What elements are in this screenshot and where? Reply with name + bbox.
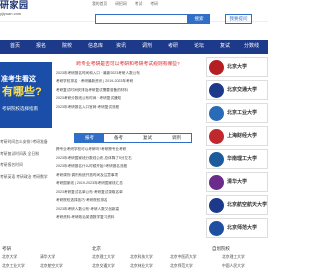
bottom-heading: 自划院校 <box>212 246 230 251</box>
nav-item[interactable]: 考研 <box>168 43 178 49</box>
seal-icon <box>209 175 224 190</box>
school-logo[interactable]: 北京交通大学 <box>206 80 268 100</box>
tab-tiaoji[interactable]: 调剂 <box>162 134 191 142</box>
nav-item[interactable]: 信息库 <box>88 43 103 49</box>
school-logo[interactable]: 华南理工大学 <box>206 149 268 169</box>
news-item[interactable]: 考研国家线 | 2019-2023年考研国家线汇总 <box>56 181 200 190</box>
seal-icon <box>209 83 224 98</box>
top-bar: 研家园 yjiyuan.com 我的首页 研招网 考试 考研 搜索 我要提问 <box>0 0 268 24</box>
top-link[interactable]: 我的首页 <box>92 2 107 6</box>
bottom-link[interactable]: 北京理工大学 <box>222 255 245 260</box>
bottom-link[interactable]: 北京航空大学 <box>40 264 63 269</box>
bottom-link[interactable]: 北京科技大学 <box>130 255 153 260</box>
seal-icon <box>209 106 224 121</box>
tab-beikao[interactable]: 备考 <box>104 134 133 142</box>
nav-item[interactable]: 分数线 <box>244 43 259 49</box>
news-item[interactable]: 2023年考研报名什么时候开始?考研报名流程 <box>56 164 200 173</box>
search-input[interactable] <box>95 14 188 24</box>
news-item[interactable]: 考研调剂:调剂系统开放时间及注意事项 <box>56 173 200 182</box>
top-link[interactable]: 考研 <box>150 2 158 6</box>
main-nav: 首页 报名 院校 信息库 资讯 调剂 考研 论坛 复试 分数线 <box>0 40 268 54</box>
news-item[interactable]: 考研学校排名 · 考研最新资讯 | 2019-2023年考研 <box>56 79 200 88</box>
left-link[interactable]: 考研时间怎么安排?考研准备 <box>0 140 55 145</box>
news-item[interactable]: 跨专业考研学校可以考研吗?考研跨专业考研 <box>56 147 200 156</box>
top-links: 我的首页 研招网 考试 考研 <box>92 2 165 7</box>
bottom-link[interactable]: 北京工业大学 <box>2 264 25 269</box>
tab-fushi[interactable]: 复试 <box>133 134 162 142</box>
news-item[interactable]: 考研院校选择技巧·考研院校排名 <box>56 198 200 207</box>
tab-news-list: 跨专业考研学校可以考研吗?考研跨专业考研 2023年考研国家线分数线公布,总体降… <box>56 147 200 224</box>
bottom-heading: 考研 <box>2 246 11 251</box>
top-link[interactable]: 研招网 <box>115 2 126 6</box>
school-logo[interactable]: 北京师范大学 <box>206 218 268 238</box>
bottom-link[interactable]: 中国人民大学 <box>222 264 245 269</box>
news-item[interactable]: 2023年考研人数公布·考研人数又创新高 <box>56 207 200 216</box>
bottom-heading: 北京 <box>92 246 101 251</box>
nav-item[interactable]: 论坛 <box>194 43 204 49</box>
search-button[interactable]: 搜索 <box>188 14 210 24</box>
seal-icon <box>209 221 224 236</box>
left-link-list: 考研时间怎么安排?考研准备 考研复试时间表 全日制 考研报名时间 考研英语 考研… <box>0 140 55 186</box>
news-item[interactable]: 2023年考研国家线分数线公布,总体降了5分左右 <box>56 156 200 165</box>
site-logo[interactable]: 研家园 <box>0 0 29 11</box>
nav-item[interactable]: 复试 <box>220 43 230 49</box>
banner-line-2: 有哪些? <box>2 86 42 98</box>
news-headline[interactable]: 跨专业考研是否可以考研和考研考试规则有哪些? <box>56 62 200 68</box>
banner-line-1: 准考生看这 <box>1 76 36 83</box>
category-tabs: 报考 备考 复试 调剂 <box>74 133 192 143</box>
school-logo[interactable]: 北京工业大学 <box>206 103 268 123</box>
bottom-link[interactable]: 北京林业大学 <box>130 264 153 269</box>
promo-banner[interactable]: 准考生看这 有哪些? 考研院校选择指南 <box>0 62 52 128</box>
seal-icon <box>209 60 224 75</box>
bottom-link[interactable]: 北京理工大学 <box>92 255 115 260</box>
news-list: 跨专业考研是否可以考研和考研考试规则有哪些? 2023年考研报名时间和入口 · … <box>56 62 200 113</box>
school-logo[interactable]: 清华大学 <box>206 172 268 192</box>
bottom-link[interactable]: 清华大学 <box>40 255 55 260</box>
nav-item[interactable]: 首页 <box>10 43 20 49</box>
school-logo[interactable]: 北京航空航天大学 <box>206 195 268 215</box>
school-logo[interactable]: 上海财经大学 <box>206 126 268 146</box>
news-item[interactable]: 2023年考研报名时间和入口 · 最新2023考研人数公布 <box>56 71 200 80</box>
seal-icon <box>209 198 224 213</box>
banner-line-3: 考研院校选择指南 <box>2 106 38 111</box>
nav-item[interactable]: 资讯 <box>116 43 126 49</box>
left-link[interactable]: 考研复试时间表 全日制 <box>0 152 55 157</box>
news-item[interactable]: 2023考研复试名单公布·考研复试录取名单 <box>56 190 200 199</box>
nav-item[interactable]: 院校 <box>62 43 72 49</box>
nav-item[interactable]: 报名 <box>36 43 46 49</box>
tab-baokao[interactable]: 报考 <box>75 134 104 142</box>
news-item[interactable]: 2023年考研报名入口官网·考研复试流程 <box>56 105 200 114</box>
news-item[interactable]: 考研资料:考研政治英语数学复习资料 <box>56 215 200 224</box>
seal-icon <box>209 152 224 167</box>
school-logo[interactable]: 北京大学 <box>206 57 268 77</box>
bottom-link[interactable]: 北京中医药大学 <box>170 255 197 260</box>
top-link[interactable]: 考试 <box>135 2 143 6</box>
ask-question-button[interactable]: 我要提问 <box>225 14 252 24</box>
left-link[interactable]: 考研报名时间 <box>0 163 55 168</box>
school-logo-list: 北京大学 北京交通大学 北京工业大学 上海财经大学 华南理工大学 清华大学 北京… <box>206 57 268 241</box>
bottom-link[interactable]: 北京大学 <box>2 255 17 260</box>
left-link[interactable]: 考研英语 考研政治 考研数学 <box>0 175 55 180</box>
bottom-link[interactable]: 北京交通大学 <box>92 264 115 269</box>
seal-icon <box>209 129 224 144</box>
site-logo-subtitle: yjiyuan.com <box>0 11 22 16</box>
bottom-link[interactable]: 北京师范大学 <box>170 264 193 269</box>
nav-item[interactable]: 调剂 <box>142 43 152 49</box>
news-item[interactable]: 2023考研分数线公布时间 · 考研复试通知 <box>56 96 200 105</box>
news-item[interactable]: 考研复试时间安排及考研复试需要准备的材料 <box>56 88 200 97</box>
